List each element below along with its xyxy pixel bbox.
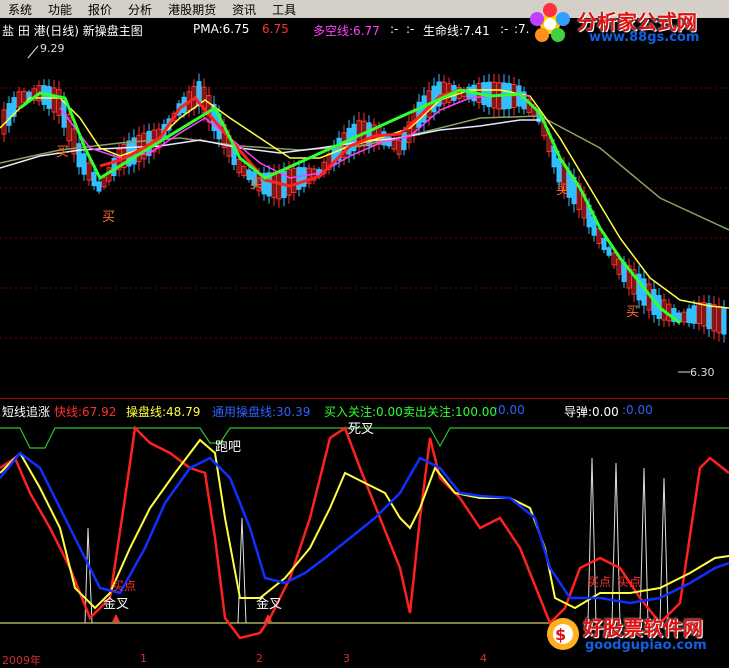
logo-bottom-brand: 好股票软件网 [583,616,703,640]
dash-4: :7. [514,22,530,36]
low-price-label: 6.30 [690,366,715,379]
stock-title: 盐 田 港(日线) 新操盘主图 [2,24,143,38]
candle-body [81,153,87,175]
candle-body [686,308,692,324]
candle-body [96,181,102,192]
main-title-row: 盐 田 港(日线) 新操盘主图 PMA:6.75 6.75 多空线:6.77 :… [0,20,729,38]
buy-signal-1: 买 [102,210,115,225]
golden-cross-1: 金叉 [103,596,129,612]
buy-point-3: 买点 [617,575,641,589]
candle-body [691,305,697,324]
golden-cross-2: 金叉 [256,596,282,612]
menu-hk-futures[interactable]: 港股期货 [160,1,224,18]
buy-point-2: 买点 [587,575,611,589]
life-line-value: 生命线:7.41 [423,24,490,38]
candles [1,73,727,343]
candle-body [6,103,12,126]
buy-signal-5: 买 [626,305,639,320]
buy-point-1: 买点 [112,579,136,593]
axis-feb: 2 [256,652,263,665]
candle-body [706,303,712,330]
candle-body [721,307,727,335]
main-price-chart[interactable]: 9.29 6.30 买 买 买 买 买 [0,38,729,398]
buy-signal-3: 买 [250,177,263,192]
candle-body [91,171,97,187]
axis-jan: 1 [140,652,147,665]
stock-logo-icon: $ [547,618,579,650]
panel-divider [0,398,729,399]
buy-signal-2: 买 [56,145,69,160]
missile-value-2: :0.00 [622,403,653,417]
pma-value-2: 6.75 [262,22,289,36]
buy-signal-4: 买 [556,183,569,198]
logo-goodgupiao: $ 好股票软件网 goodgupiao.com [545,610,729,662]
dead-cross-label: 死叉 [348,422,374,437]
axis-apr: 4 [480,652,487,665]
candle-body [296,167,302,190]
svg-text:$: $ [555,625,566,644]
dash-1: :- [390,22,399,36]
candle-body [301,167,307,187]
high-price-label: 9.29 [40,42,65,55]
menu-system[interactable]: 系统 [0,1,40,18]
indicator-title-row: 短线追涨 快线:67.92 操盘线:48.79 通用操盘线:30.39 买入关注… [0,400,729,419]
logo-bottom-url: goodgupiao.com [585,638,707,653]
axis-mar: 3 [343,652,350,665]
axis-2009: 2009年 [2,654,41,667]
menu-analysis[interactable]: 分析 [120,1,160,18]
candle-body [366,122,372,147]
menu-tools[interactable]: 工具 [264,1,304,18]
candle-body [556,158,562,183]
buy-arrows [112,614,272,622]
blue-zero-value: :0.00 [494,403,525,417]
pma-value: PMA:6.75 [193,22,250,36]
run-label: 跑吧 [215,440,241,455]
candle-body [606,247,612,256]
menu-news[interactable]: 资讯 [224,1,264,18]
menu-function[interactable]: 功能 [40,1,80,18]
dash-3: :- [500,22,509,36]
duokong-value: 多空线:6.77 [313,24,380,38]
candle-body [401,131,407,151]
high-price-pointer [27,45,39,59]
candle-body [601,238,607,250]
menu-quote[interactable]: 报价 [80,1,120,18]
dash-2: :- [406,22,415,36]
